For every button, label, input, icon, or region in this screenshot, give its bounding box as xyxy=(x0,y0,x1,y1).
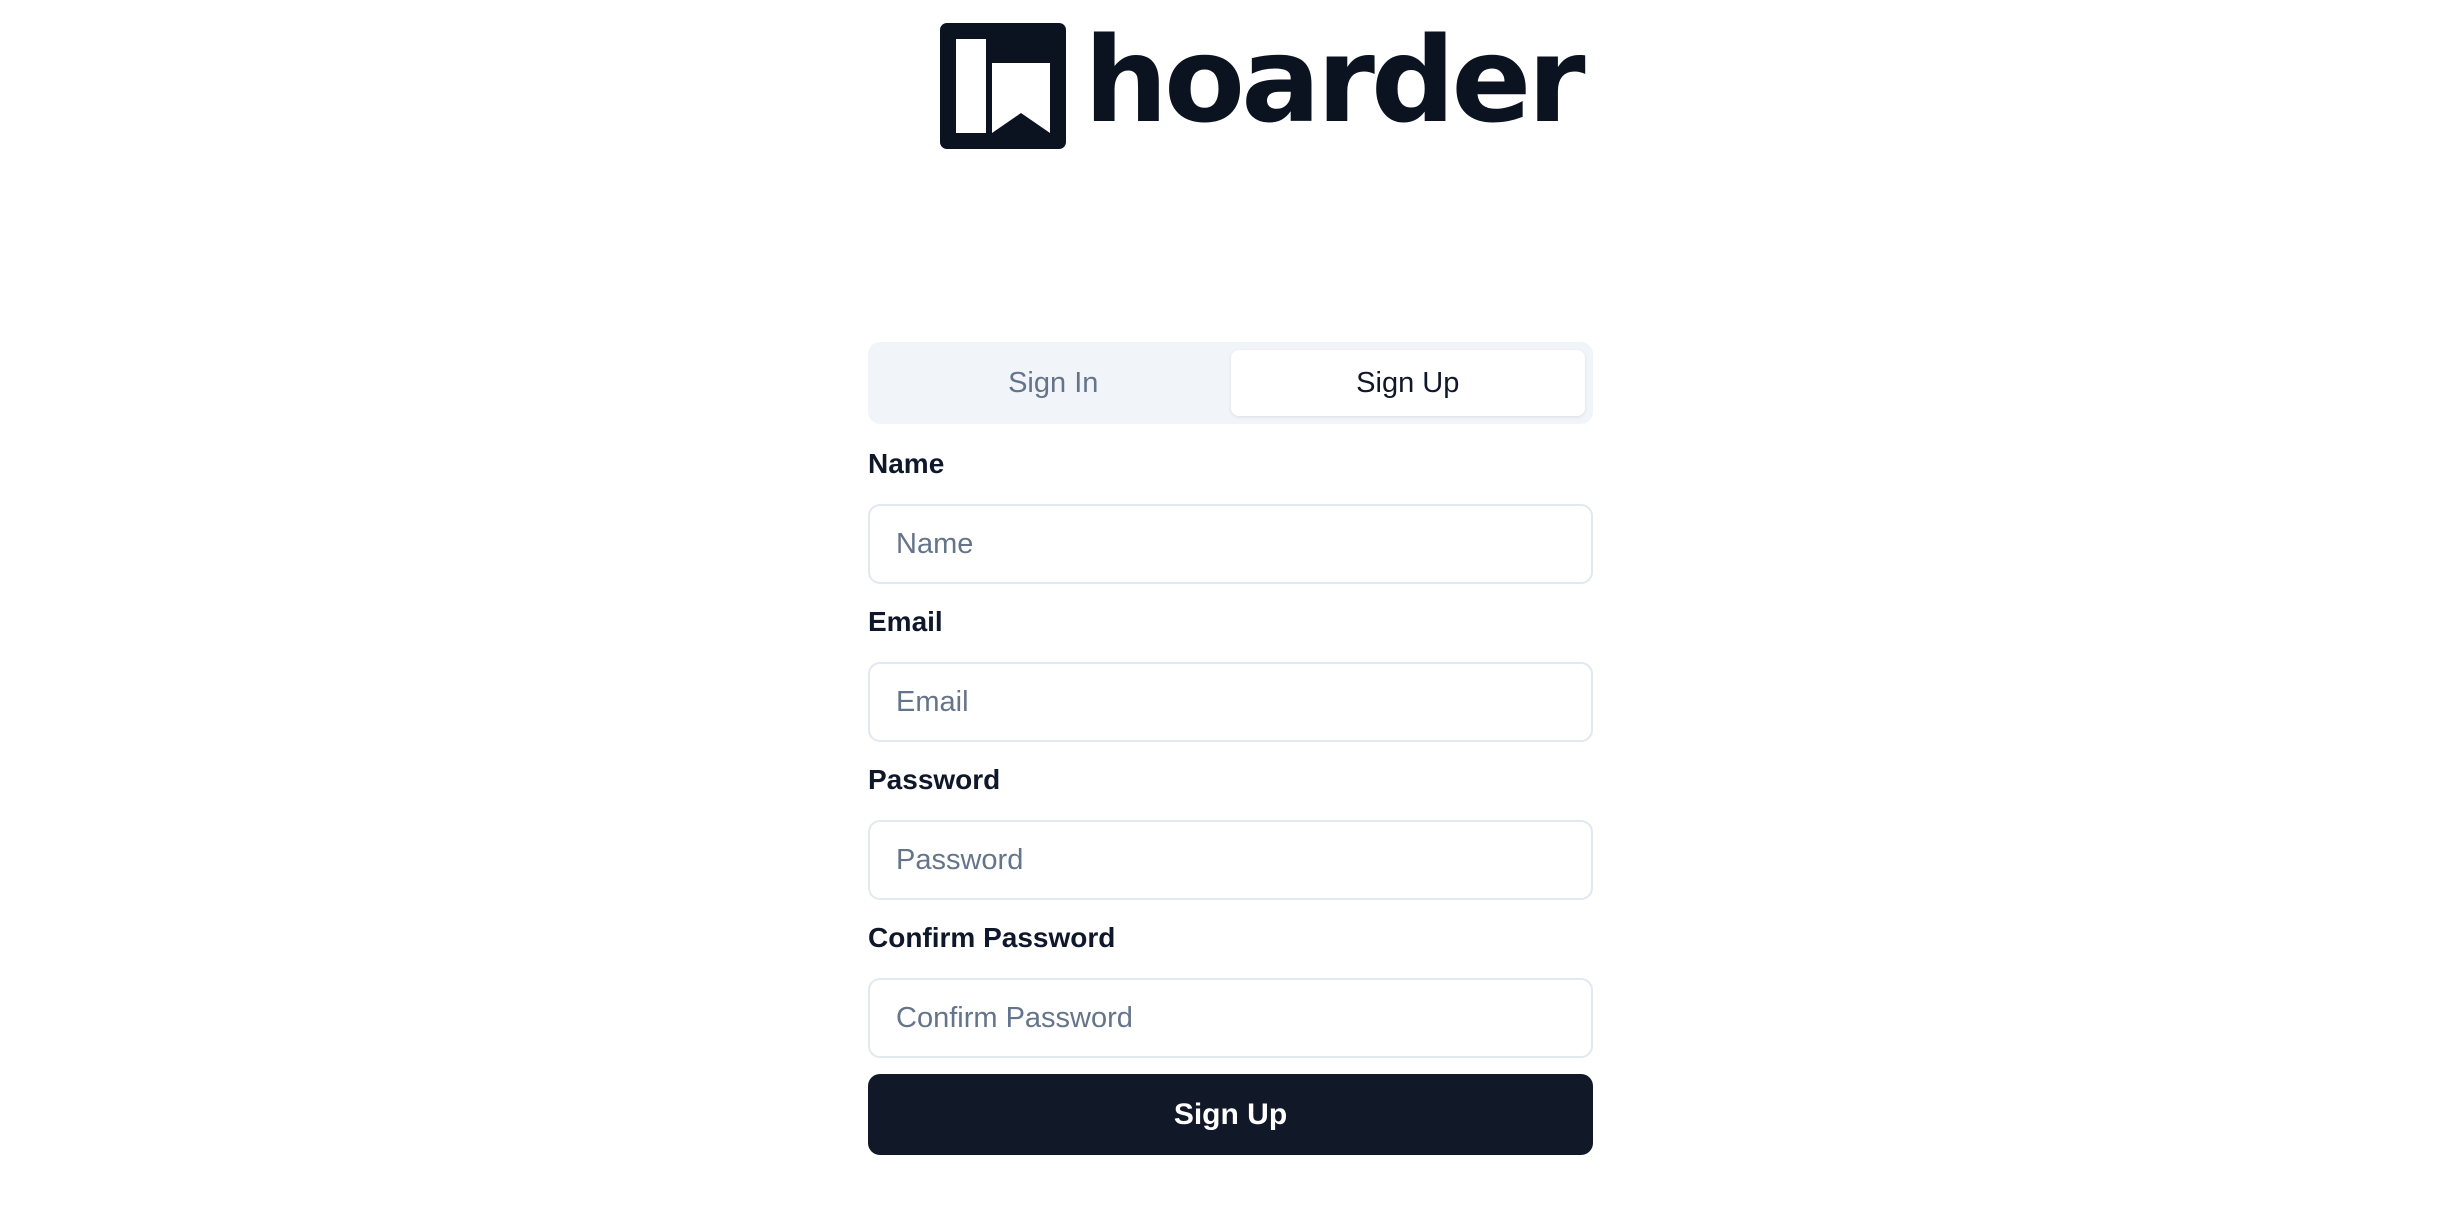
brand-wordmark: hoarder xyxy=(1084,11,1586,149)
password-label: Password xyxy=(868,764,1001,795)
confirm-password-input[interactable] xyxy=(868,978,1593,1058)
signup-page: hoarder Sign In Sign Up Name Email Passw… xyxy=(0,0,2446,1228)
auth-tabs: Sign In Sign Up xyxy=(868,342,1593,424)
password-field-group: Password xyxy=(868,766,1593,900)
brand-logo: hoarder xyxy=(940,11,1586,150)
confirm-password-label: Confirm Password xyxy=(868,922,1116,953)
name-label: Name xyxy=(868,448,945,479)
tab-sign-in[interactable]: Sign In xyxy=(876,350,1231,416)
auth-form: Sign In Sign Up Name Email Password Conf… xyxy=(868,342,1593,1155)
password-input[interactable] xyxy=(868,820,1593,900)
tab-sign-up[interactable]: Sign Up xyxy=(1230,350,1585,416)
email-input[interactable] xyxy=(868,662,1593,742)
name-field-group: Name xyxy=(868,450,1593,584)
confirm-password-field-group: Confirm Password xyxy=(868,924,1593,1058)
sign-up-button[interactable]: Sign Up xyxy=(868,1074,1593,1155)
email-label: Email xyxy=(868,606,943,637)
email-field-group: Email xyxy=(868,608,1593,742)
name-input[interactable] xyxy=(868,504,1593,584)
bookmark-book-icon xyxy=(940,23,1066,149)
